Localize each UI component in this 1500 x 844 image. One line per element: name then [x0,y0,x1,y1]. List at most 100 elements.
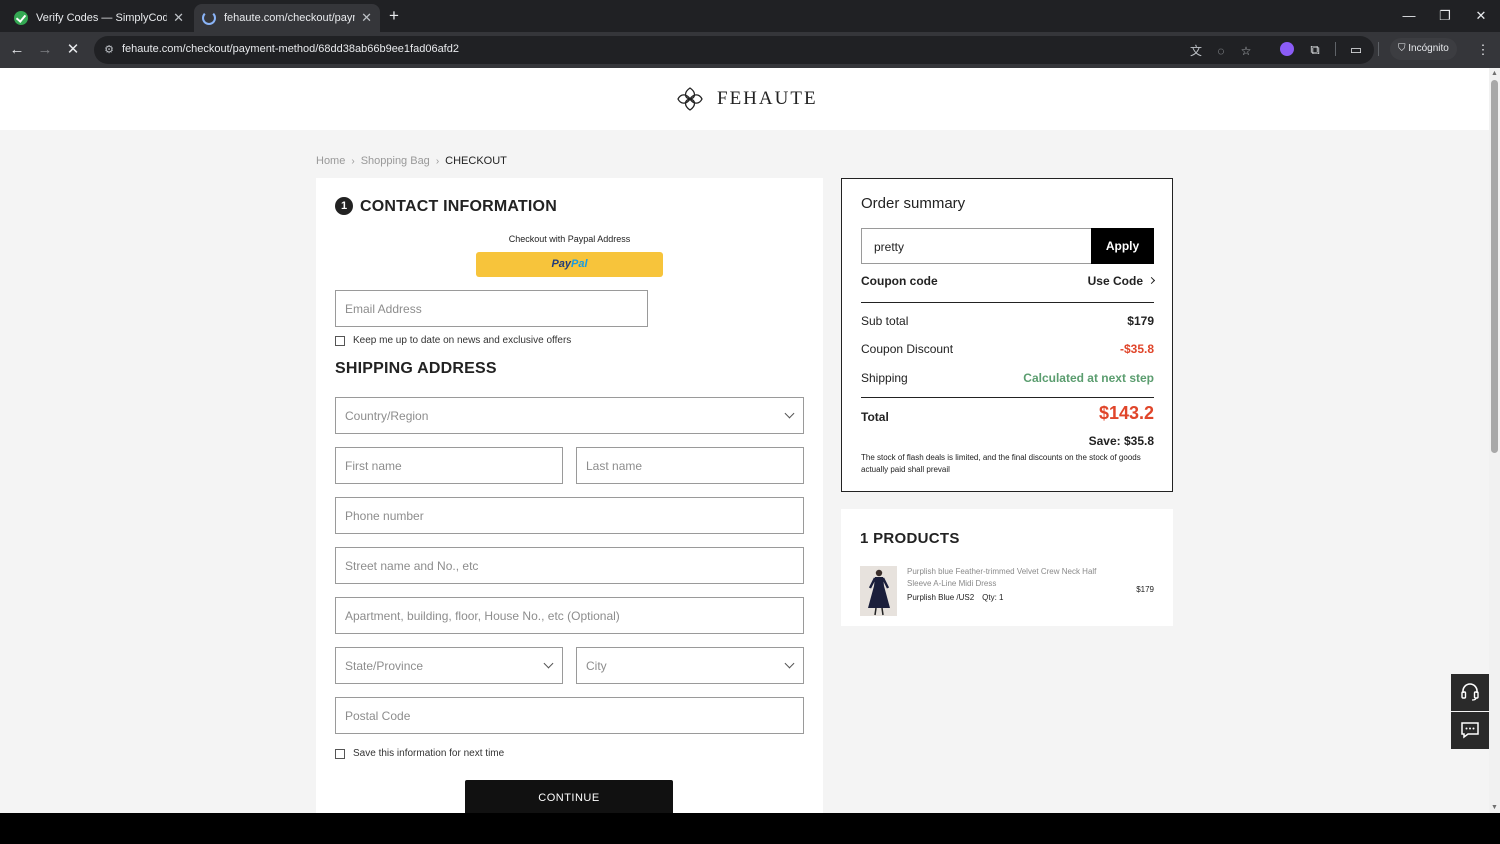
translate-icon[interactable]: 文 [1188,43,1204,59]
product-qty: Qty: 1 [982,593,1004,602]
street-placeholder: Street name and No., etc [345,559,479,573]
brand-name: FEHAUTE [717,88,818,109]
new-tab-icon[interactable]: + [384,6,404,26]
phone-placeholder: Phone number [345,509,424,523]
forward-icon[interactable]: → [35,40,55,60]
brand-logo[interactable]: FEHAUTE [675,86,818,112]
incognito-badge[interactable]: ⛉ Incógnito [1390,38,1457,60]
country-select[interactable]: Country/Region [335,397,804,434]
minimize-icon[interactable]: — [1398,6,1420,26]
order-summary-title: Order summary [861,195,966,212]
coupon-discount-value: -$35.8 [1119,342,1154,356]
product-variant-line: Purplish Blue /US2 Qty: 1 [907,593,1012,602]
total-row: Total $143.2 [861,403,1154,424]
chevron-right-icon [1147,276,1156,285]
site-header: FEHAUTE [0,68,1489,130]
coupon-input-value: pretty [874,240,905,254]
city-select[interactable]: City [576,647,804,684]
browser-tab-strip: Verify Codes — SimplyCodes ✕ fehaute.com… [0,0,1500,32]
subtotal-row: Sub total $179 [861,314,1154,328]
country-placeholder: Country/Region [345,409,429,423]
window-close-icon[interactable]: ✕ [1470,6,1492,26]
close-tab-icon[interactable]: ✕ [361,10,372,26]
state-placeholder: State/Province [345,659,424,673]
stop-icon[interactable]: ✕ [63,40,83,60]
newsletter-label: Keep me up to date on news and exclusive… [353,335,572,346]
page-scrollbar[interactable]: ▲ ▼ [1489,68,1500,813]
postal-code-field[interactable]: Postal Code [335,697,804,734]
use-code-label: Use Code [1087,274,1143,288]
restore-icon[interactable]: ❐ [1434,6,1456,26]
savings-row: Save: $35.8 [861,434,1154,448]
use-code-link[interactable]: Use Code [1087,274,1156,288]
continue-button[interactable]: CONTINUE [465,780,673,813]
page-viewport: FEHAUTE Home › Shopping Bag › CHECKOUT 1… [0,68,1489,813]
extension-icon[interactable] [1280,42,1294,56]
paypal-caption: Checkout with Paypal Address [508,234,631,244]
save-info-checkbox-row[interactable]: Save this information for next time [335,748,504,759]
tab-simplycodes[interactable]: Verify Codes — SimplyCodes ✕ [6,4,192,32]
postal-code-placeholder: Postal Code [345,709,411,723]
total-value: $143.2 [1098,403,1154,423]
close-tab-icon[interactable]: ✕ [173,10,184,26]
shipping-row: Shipping Calculated at next step [861,371,1154,385]
sidepanel-icon[interactable]: ▭ [1346,40,1366,60]
paypal-button[interactable]: PayPal [476,252,663,277]
newsletter-checkbox-row[interactable]: Keep me up to date on news and exclusive… [335,335,571,346]
apply-coupon-button[interactable]: Apply [1091,228,1154,264]
star-icon[interactable]: ☆ [1238,43,1254,59]
chevron-down-icon [784,658,795,669]
breadcrumb-home[interactable]: Home [316,155,345,167]
product-thumbnail[interactable] [860,566,897,616]
subtotal-value: $179 [1127,314,1154,328]
city-placeholder: City [586,659,607,673]
taskbar-area [0,813,1500,844]
address-bar[interactable]: ⚙ fehaute.com/checkout/payment-method/68… [94,36,1374,64]
last-name-placeholder: Last name [586,459,643,473]
last-name-field[interactable]: Last name [576,447,804,484]
phone-field[interactable]: Phone number [335,497,804,534]
save-info-checkbox[interactable] [335,748,345,759]
first-name-field[interactable]: First name [335,447,563,484]
product-variant: Purplish Blue /US2 [907,593,975,602]
eye-off-icon[interactable]: ◌ [1213,43,1229,59]
divider [861,397,1154,398]
street-field[interactable]: Street name and No., etc [335,547,804,584]
product-name[interactable]: Purplish blue Feather-trimmed Velvet Cre… [907,566,1097,590]
url-text[interactable]: fehaute.com/checkout/payment-method/68dd… [122,43,459,55]
site-info-icon[interactable]: ⚙ [102,43,116,57]
scroll-down-icon[interactable]: ▼ [1490,803,1499,812]
products-title: 1 PRODUCTS [860,530,960,547]
back-icon[interactable]: ← [7,40,27,60]
shipping-address-title: SHIPPING ADDRESS [335,360,497,377]
total-label: Total [861,409,889,424]
live-chat-button[interactable] [1451,712,1489,749]
tab-title: fehaute.com/checkout/paymen [224,12,355,24]
tab-fehaute-checkout[interactable]: fehaute.com/checkout/paymen ✕ [194,4,380,32]
apartment-field[interactable]: Apartment, building, floor, House No., e… [335,597,804,634]
order-summary-panel: Order summary pretty Apply Coupon code U… [841,178,1173,492]
coupon-discount-label: Coupon Discount [861,342,954,356]
chevron-right-icon: › [351,155,355,167]
headset-icon [1461,683,1479,701]
shipping-value: Calculated at next step [1023,371,1154,385]
paypal-logo-text: Pay [551,258,572,270]
coupon-input[interactable]: pretty [861,228,1092,264]
scroll-up-icon[interactable]: ▲ [1490,69,1499,78]
chevron-right-icon: › [435,155,440,167]
breadcrumb-checkout: CHECKOUT [445,155,507,167]
newsletter-checkbox[interactable] [335,335,345,346]
loading-spinner-icon [202,11,216,25]
scrollbar-thumb[interactable] [1491,80,1498,453]
coupon-discount-row: Coupon Discount -$35.8 [861,342,1154,356]
breadcrumb-shopping-bag[interactable]: Shopping Bag [361,155,430,167]
customer-support-button[interactable] [1451,674,1489,711]
tab-title: Verify Codes — SimplyCodes [36,12,168,24]
divider [861,302,1154,303]
breadcrumb: Home › Shopping Bag › CHECKOUT [316,155,507,167]
puzzle-icon[interactable]: ⧉ [1305,40,1325,60]
state-select[interactable]: State/Province [335,647,563,684]
savings-text: Save: $35.8 [1088,434,1154,448]
email-field[interactable]: Email Address [335,290,648,327]
menu-icon[interactable]: ⋮ [1473,40,1493,60]
